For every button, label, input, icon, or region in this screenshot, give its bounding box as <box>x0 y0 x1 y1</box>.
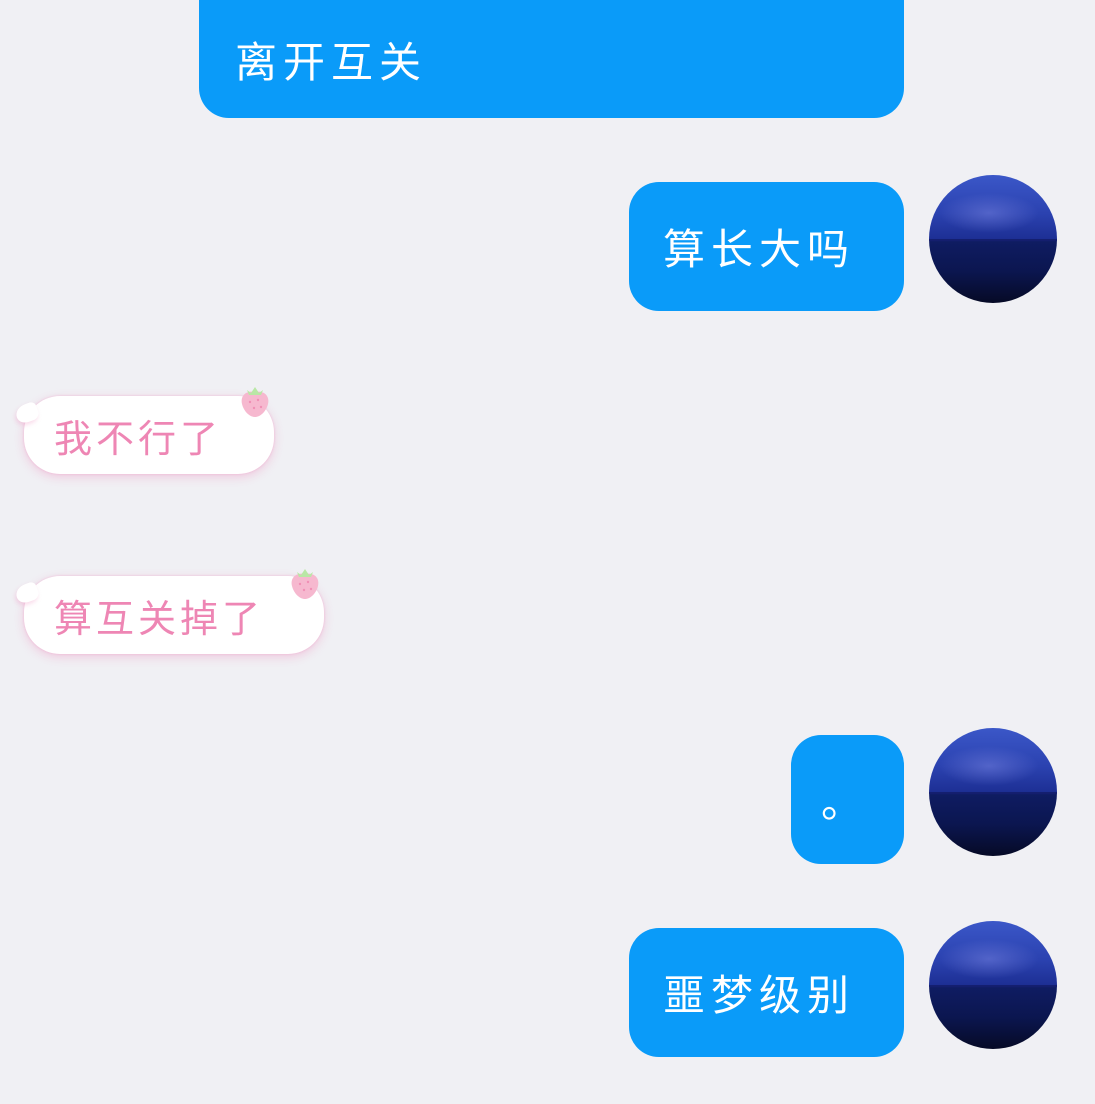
message-bubble-incoming[interactable]: 算互关掉了 <box>13 576 324 654</box>
bubble-tail <box>13 400 41 426</box>
user-avatar[interactable] <box>929 921 1057 1049</box>
message-bubble-outgoing[interactable]: 离开互关 <box>199 0 904 118</box>
avatar-horizon <box>929 239 1057 241</box>
message-bubble-outgoing[interactable]: 算长大吗 <box>629 182 904 311</box>
avatar-glow <box>939 746 1039 786</box>
avatar-glow <box>939 939 1039 979</box>
strawberry-icon <box>241 387 269 417</box>
message-text: 我不行了 <box>54 416 223 461</box>
user-avatar[interactable] <box>929 728 1057 856</box>
avatar-horizon <box>929 792 1057 794</box>
strawberry-icon <box>291 569 319 599</box>
message-text: 算长大吗 <box>663 225 856 274</box>
message-text: 。 <box>821 778 870 827</box>
message-text: 离开互关 <box>235 37 428 87</box>
message-text: 噩梦级别 <box>663 971 856 1020</box>
message-text: 算互关掉了 <box>54 596 265 641</box>
message-bubble-outgoing[interactable]: 。 <box>791 735 904 864</box>
avatar-glow <box>939 193 1039 233</box>
user-avatar[interactable] <box>929 175 1057 303</box>
message-bubble-outgoing[interactable]: 噩梦级别 <box>629 928 904 1057</box>
avatar-horizon <box>929 985 1057 987</box>
bubble-tail <box>13 580 41 606</box>
